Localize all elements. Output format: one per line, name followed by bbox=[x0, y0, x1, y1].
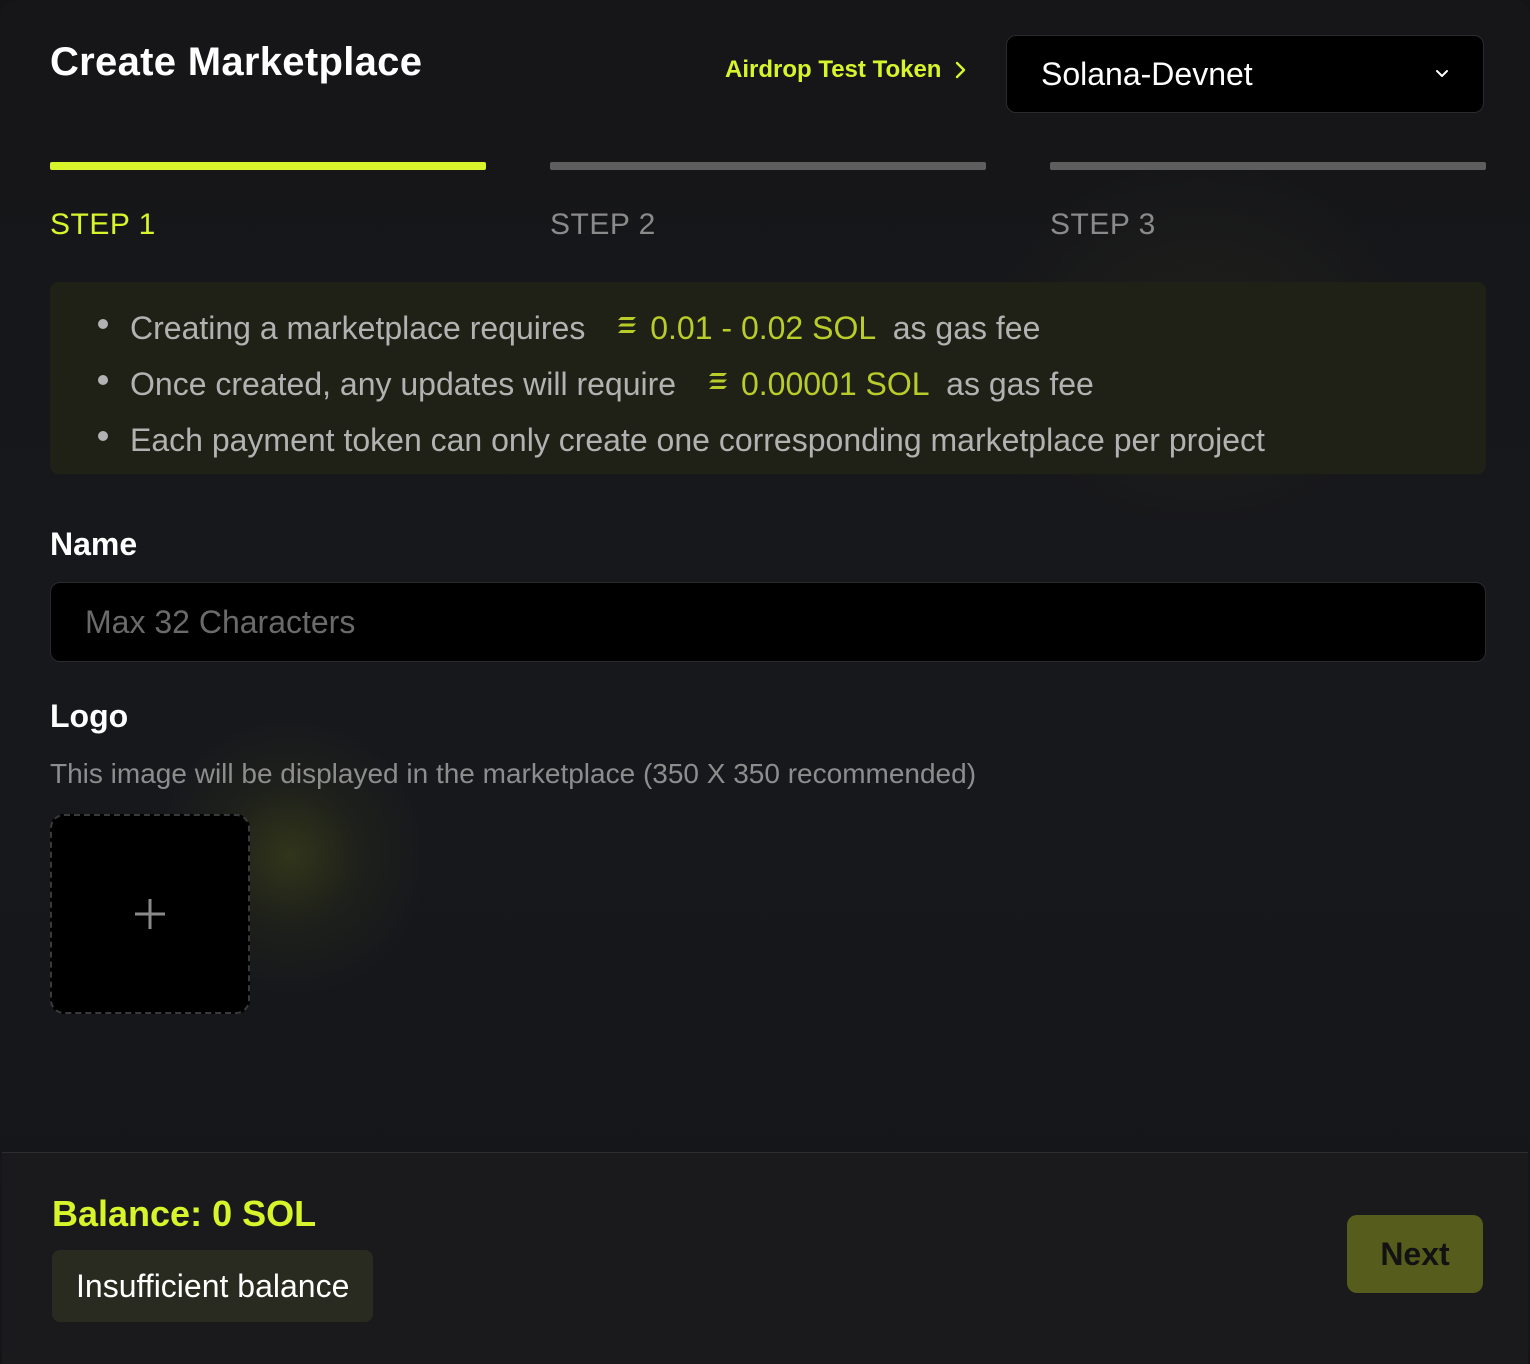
step-1-label: STEP 1 bbox=[50, 208, 156, 241]
insufficient-balance-label: Insufficient balance bbox=[76, 1267, 350, 1304]
bullet bbox=[98, 319, 108, 329]
info-line2-amount: 0.00001 SOL bbox=[740, 366, 929, 402]
create-marketplace-panel: Create Marketplace Airdrop Test Token So… bbox=[0, 0, 1530, 1364]
footer-bar: Balance: 0 SOL Insufficient balance Next bbox=[2, 1152, 1528, 1364]
balance-text: Balance: 0 SOL bbox=[52, 1193, 317, 1234]
name-input[interactable] bbox=[50, 582, 1486, 662]
info-line2-pre: Once created, any updates will require bbox=[130, 366, 677, 402]
logo-upload-button[interactable] bbox=[50, 814, 250, 1014]
network-selected-value: Solana-Devnet bbox=[1041, 55, 1253, 92]
plus-icon bbox=[135, 899, 165, 929]
sol-icon bbox=[708, 372, 727, 389]
chevron-right-icon bbox=[956, 61, 966, 79]
step-2-label: STEP 2 bbox=[550, 208, 656, 241]
info-line1-amount: 0.01 - 0.02 SOL bbox=[650, 310, 875, 346]
step-3-label: STEP 3 bbox=[1050, 208, 1156, 241]
next-button-label: Next bbox=[1380, 1235, 1450, 1272]
info-line1-post: as gas fee bbox=[892, 310, 1041, 346]
page-title: Create Marketplace bbox=[50, 40, 423, 84]
info-item: Each payment token can only create one c… bbox=[98, 412, 1486, 468]
info-line1-pre: Creating a marketplace requires bbox=[130, 310, 586, 346]
logo-description: This image will be displayed in the mark… bbox=[50, 758, 977, 789]
step-3-progress-bar bbox=[1050, 162, 1486, 170]
chevron-down-icon bbox=[1436, 70, 1448, 77]
info-line2-post: as gas fee bbox=[946, 366, 1094, 402]
gas-fee-info-box: Creating a marketplace requires 0.01 - 0… bbox=[50, 282, 1486, 474]
name-label: Name bbox=[50, 526, 138, 562]
next-button[interactable]: Next bbox=[1347, 1215, 1483, 1293]
network-select[interactable]: Solana-Devnet bbox=[1006, 35, 1484, 113]
info-line3: Each payment token can only create one c… bbox=[130, 422, 1265, 458]
step-1-progress-bar bbox=[50, 162, 486, 170]
sol-icon bbox=[618, 316, 637, 333]
airdrop-test-token-link[interactable]: Airdrop Test Token bbox=[725, 56, 967, 84]
step-2-progress-bar bbox=[550, 162, 986, 170]
bullet bbox=[98, 375, 108, 385]
insufficient-balance-badge: Insufficient balance bbox=[52, 1250, 374, 1322]
info-item: Creating a marketplace requires 0.01 - 0… bbox=[98, 300, 1486, 356]
bullet bbox=[98, 431, 108, 441]
info-item: Once created, any updates will require 0… bbox=[98, 356, 1486, 412]
logo-label: Logo bbox=[50, 698, 129, 734]
airdrop-label: Airdrop Test Token bbox=[725, 56, 942, 83]
